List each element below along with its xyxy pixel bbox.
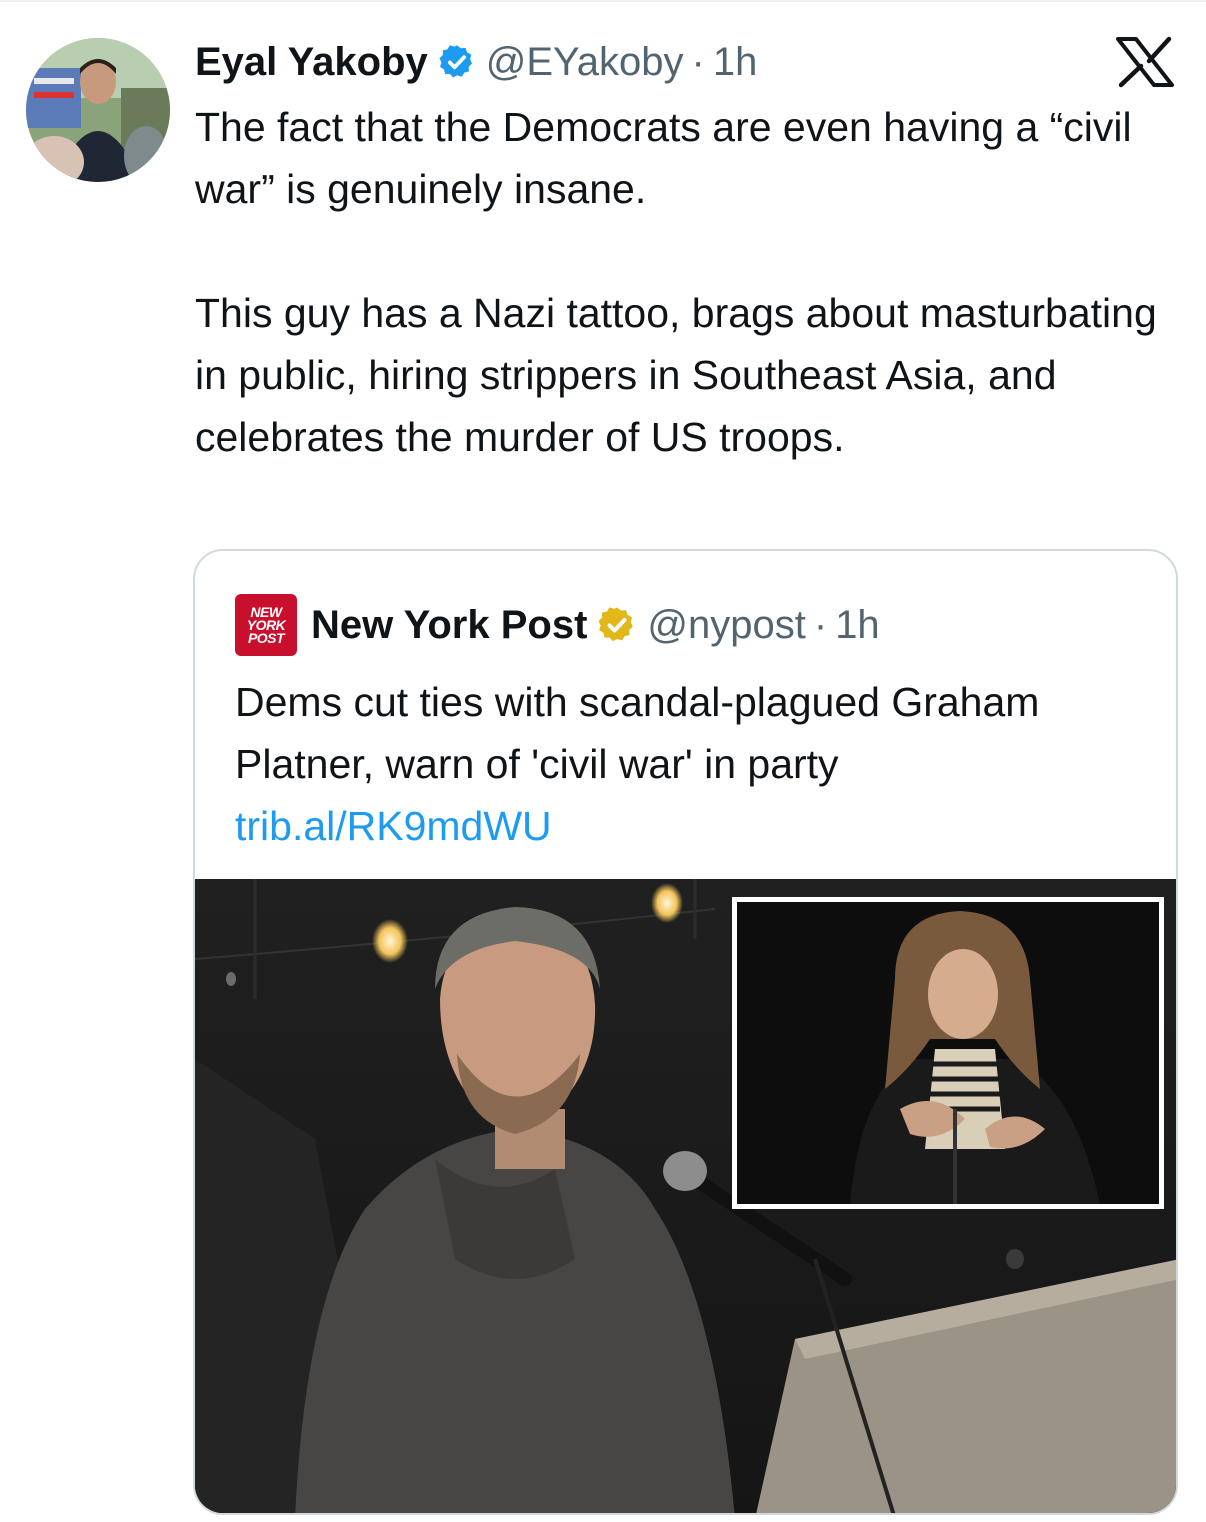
- author-avatar[interactable]: [26, 38, 170, 182]
- verified-badge-icon: [438, 43, 476, 81]
- quoted-tweet-card[interactable]: NEW YORK POST New York Post @nypost · 1h…: [193, 549, 1178, 1515]
- gold-verified-badge-icon: [597, 605, 637, 645]
- x-logo-icon: [1114, 36, 1176, 88]
- quoted-timestamp[interactable]: 1h: [835, 603, 880, 648]
- tweet-text: The fact that the Democrats are even hav…: [195, 104, 1157, 460]
- top-divider: [0, 0, 1206, 2]
- news-photo[interactable]: [195, 879, 1176, 1513]
- tweet-timestamp[interactable]: 1h: [713, 40, 758, 85]
- separator-dot: ·: [691, 39, 705, 84]
- quoted-author-handle[interactable]: @nypost: [647, 603, 805, 648]
- tweet-header: Eyal Yakoby @EYakoby · 1h: [195, 36, 757, 88]
- author-handle[interactable]: @EYakoby: [486, 40, 684, 85]
- quoted-tweet-link[interactable]: trib.al/RK9mdWU: [235, 795, 552, 857]
- quoted-tweet-text: Dems cut ties with scandal-plagued Graha…: [235, 679, 1040, 787]
- quoted-tweet-header: NEW YORK POST New York Post @nypost · 1h: [235, 594, 880, 656]
- quoted-author-name[interactable]: New York Post: [311, 603, 587, 648]
- logo-word-3: POST: [247, 629, 285, 646]
- author-name[interactable]: Eyal Yakoby: [195, 40, 428, 85]
- quoted-separator-dot: ·: [813, 602, 828, 647]
- nypost-logo-icon[interactable]: NEW YORK POST: [235, 594, 297, 656]
